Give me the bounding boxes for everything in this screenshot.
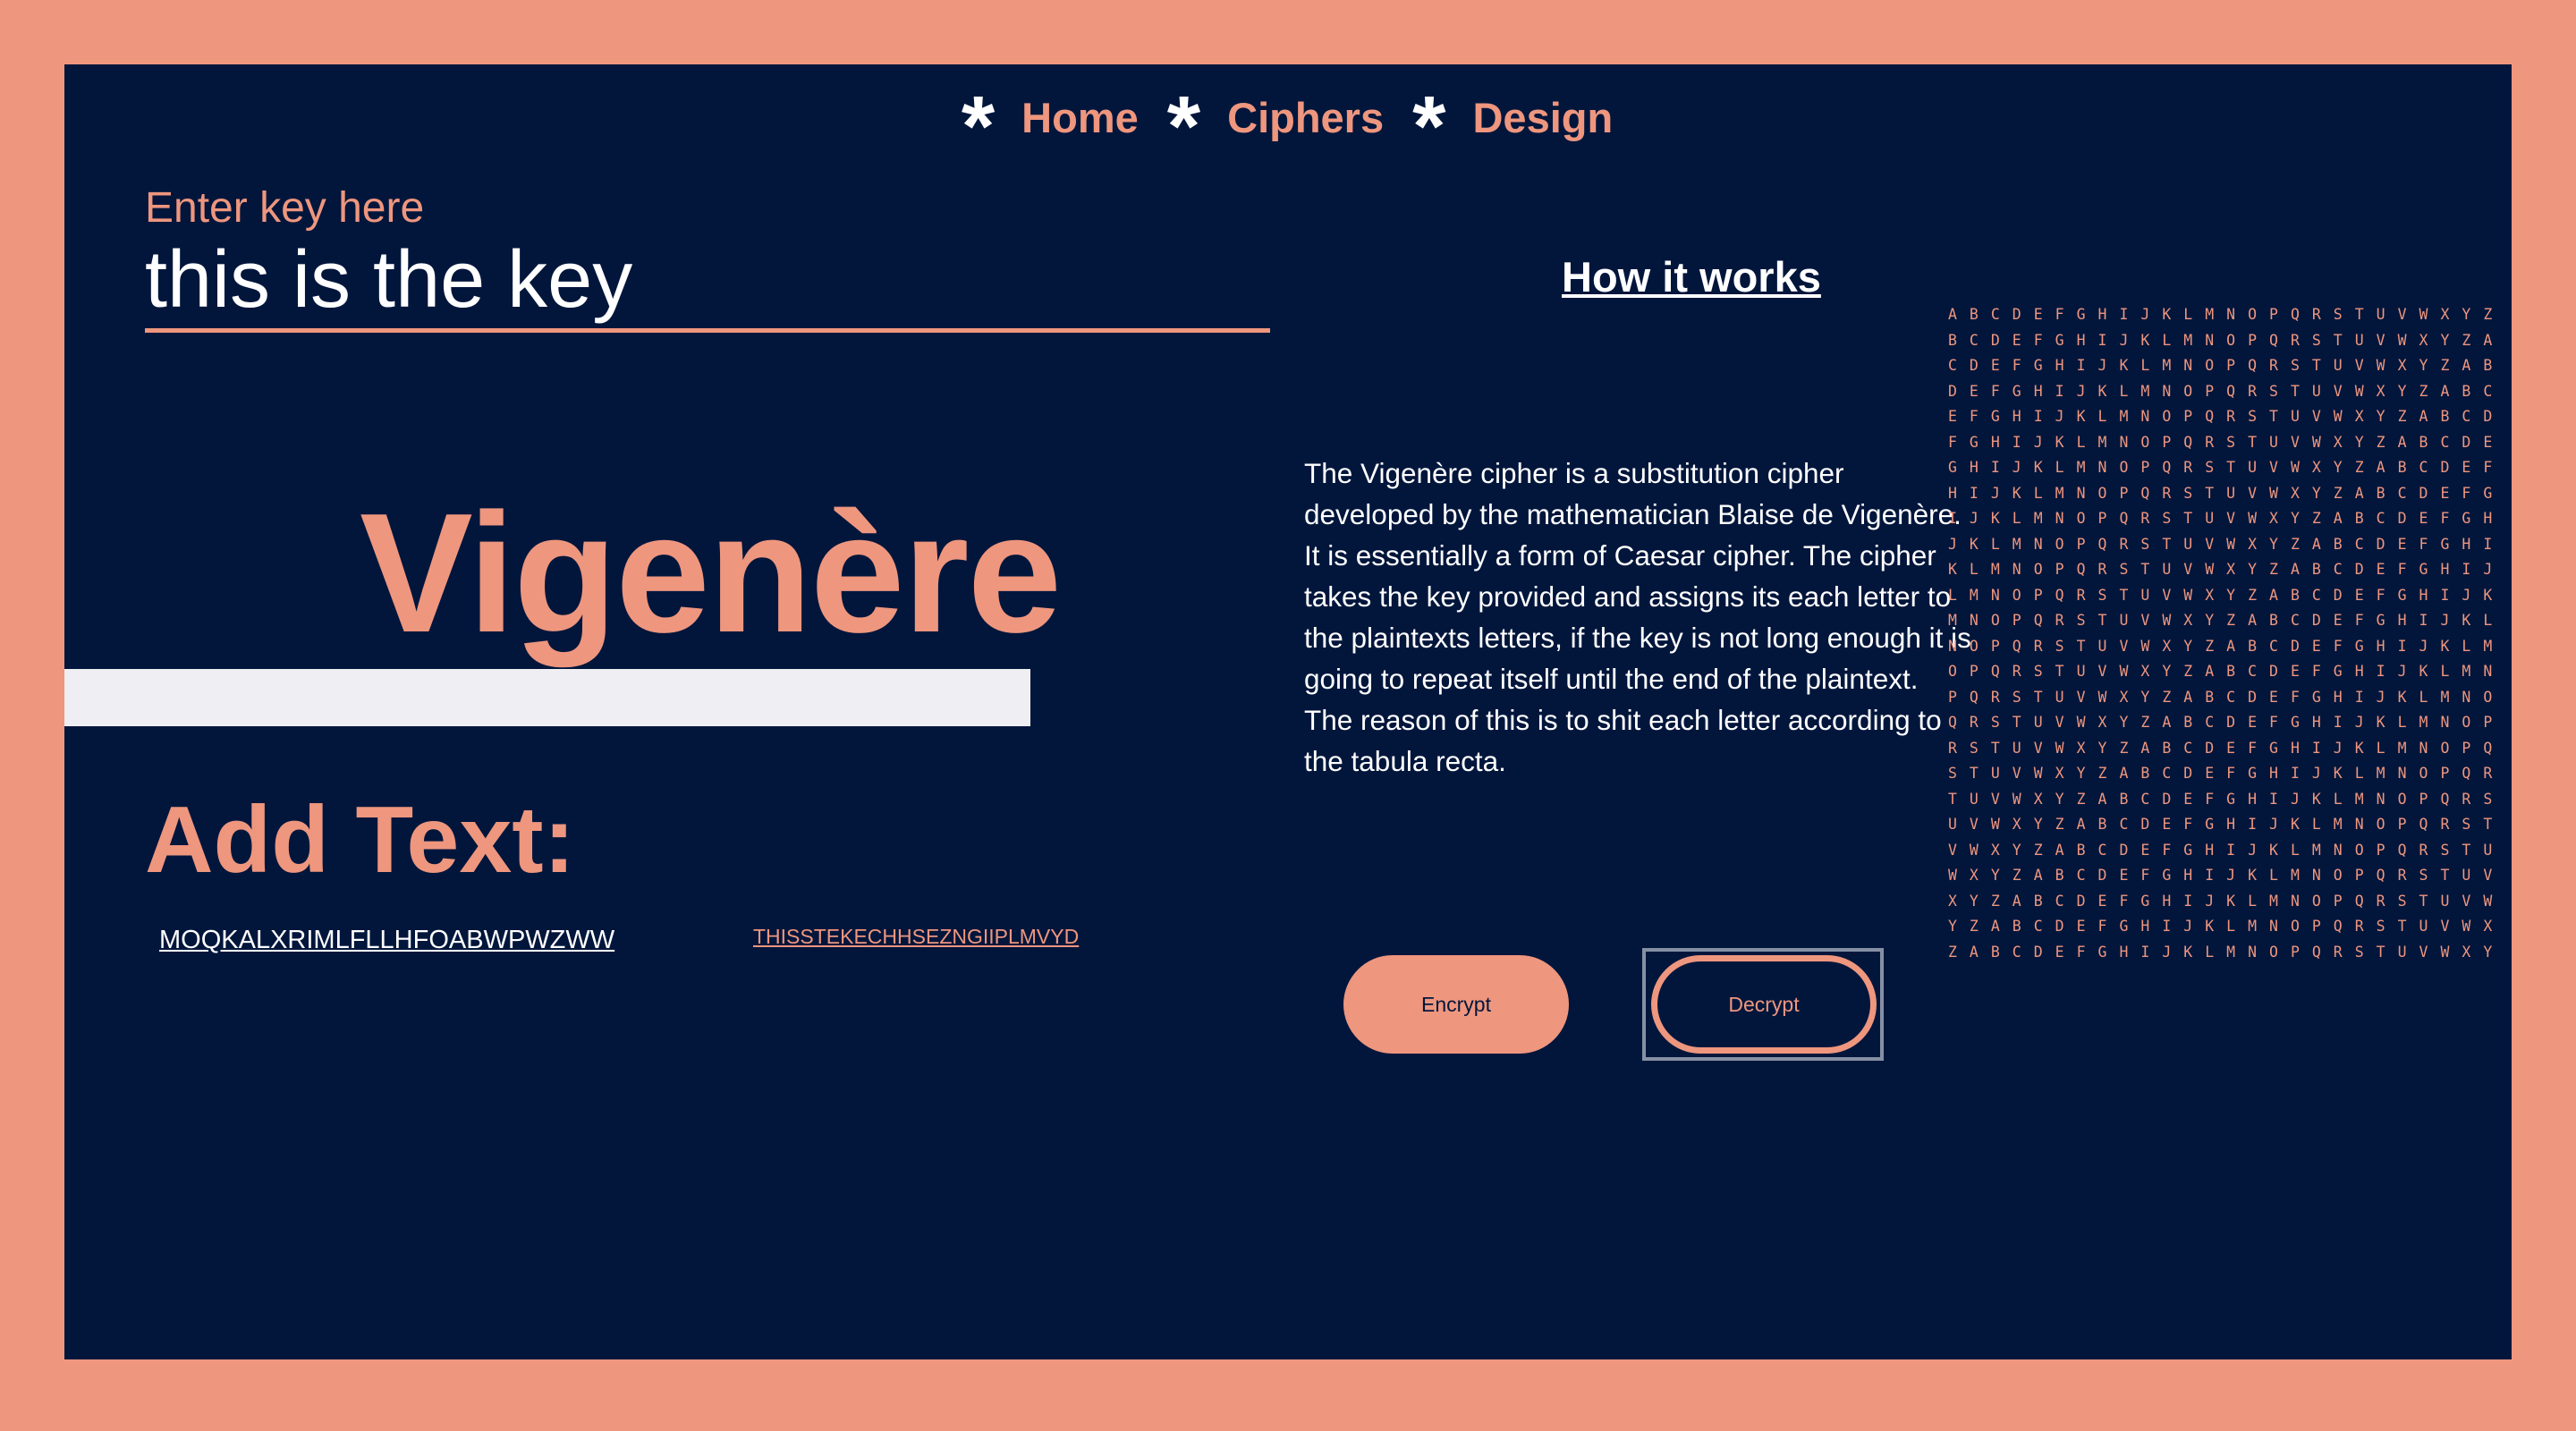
cipher-title: Vigenère <box>360 478 1062 668</box>
tabula-recta: ABCDEFGHIJKLMNOPQRSTUVWXYZ BCDEFGHIJKLMN… <box>1948 306 2505 961</box>
key-input-label: Enter key here <box>145 184 425 232</box>
main-panel: * Home * Ciphers * Design Enter key here… <box>64 64 2512 1359</box>
nav-link-home[interactable]: Home <box>1021 93 1139 143</box>
how-it-works-link[interactable]: How it works <box>1562 252 1821 302</box>
asterisk-icon: * <box>1166 79 1201 174</box>
cipher-description: The Vigenère cipher is a substitution ci… <box>1304 457 1971 777</box>
ciphertext-output[interactable]: MOQKALXRIMLFLLHFOABWPWZWW <box>159 925 614 956</box>
plaintext-output[interactable]: THISSTEKECHHSEZNGIIPLMVYD <box>753 925 1079 950</box>
decrypt-button[interactable]: Decrypt <box>1651 955 1877 1054</box>
asterisk-icon: * <box>961 79 996 174</box>
key-input[interactable] <box>145 233 1270 333</box>
nav-link-design[interactable]: Design <box>1472 93 1613 143</box>
asterisk-icon: * <box>1412 79 1446 174</box>
add-text-label: Add Text: <box>145 787 575 893</box>
decorative-stripe <box>64 669 1030 726</box>
top-nav: * Home * Ciphers * Design <box>64 79 2512 174</box>
encrypt-button[interactable]: Encrypt <box>1343 955 1569 1054</box>
nav-link-ciphers[interactable]: Ciphers <box>1227 93 1384 143</box>
